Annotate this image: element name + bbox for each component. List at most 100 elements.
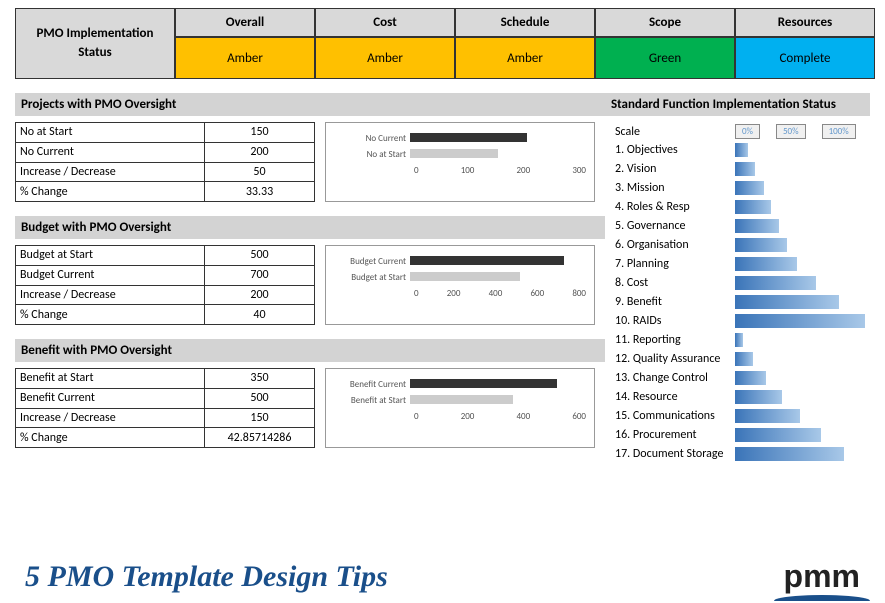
function-label: 11. Reporting	[615, 333, 735, 347]
function-bar	[735, 219, 779, 233]
table-row: Increase / Decrease50	[16, 162, 315, 182]
chart-bar	[410, 149, 498, 158]
scale-tick-100: 100%	[822, 124, 856, 139]
table-row: % Change33.33	[16, 182, 315, 202]
function-row: 3. Mission	[615, 179, 870, 197]
function-label: 7. Planning	[615, 257, 735, 271]
table-row: Benefit at Start350	[16, 369, 315, 389]
section-header-functions: Standard Function Implementation Status	[605, 93, 870, 116]
function-bar	[735, 352, 753, 366]
function-label: 1. Objectives	[615, 143, 735, 157]
status-header-resources: Resources	[735, 8, 875, 37]
section-header-projects: Projects with PMO Oversight	[15, 93, 605, 116]
table-row: No at Start150	[16, 123, 315, 143]
chart-bar-row: No Current	[334, 131, 586, 145]
chart-bar-label: No Current	[334, 133, 410, 144]
scale-tick-0: 0%	[735, 124, 760, 139]
scale-row: Scale 0% 50% 100%	[615, 122, 870, 141]
status-table: PMO Implementation Status Overall Cost S…	[15, 8, 870, 79]
status-scope: Green	[595, 37, 735, 79]
function-row: 8. Cost	[615, 274, 870, 292]
function-row: 11. Reporting	[615, 331, 870, 349]
chart-bar-row: Budget Current	[334, 254, 586, 268]
chart-bar-row: Benefit at Start	[334, 393, 586, 407]
budget-chart: Budget Current Budget at Start 02004006008…	[325, 245, 595, 325]
chart-bar	[410, 256, 564, 265]
function-bar	[735, 257, 797, 271]
status-header-schedule: Schedule	[455, 8, 595, 37]
function-row: 2. Vision	[615, 160, 870, 178]
table-row: Benefit Current500	[16, 388, 315, 408]
function-bar	[735, 181, 764, 195]
table-row: % Change40	[16, 305, 315, 325]
status-header-scope: Scope	[595, 8, 735, 37]
table-row: Increase / Decrease200	[16, 285, 315, 305]
function-row: 15. Communications	[615, 407, 870, 425]
budget-block: Budget at Start500 Budget Current700 Inc…	[15, 245, 605, 325]
status-resources: Complete	[735, 37, 875, 79]
function-row: 16. Procurement	[615, 426, 870, 444]
function-row: 4. Roles & Resp	[615, 198, 870, 216]
benefit-table: Benefit at Start350 Benefit Current500 I…	[15, 368, 315, 448]
projects-table: No at Start150 No Current200 Increase / …	[15, 122, 315, 202]
table-row: No Current200	[16, 142, 315, 162]
benefit-block: Benefit at Start350 Benefit Current500 I…	[15, 368, 605, 448]
function-row: 7. Planning	[615, 255, 870, 273]
function-label: 17. Document Storage	[615, 447, 735, 461]
footer: 5 PMO Template Design Tips pmm	[0, 558, 885, 595]
status-title: PMO Implementation Status	[15, 8, 175, 79]
function-row: 13. Change Control	[615, 369, 870, 387]
chart-bar-label: Budget Current	[334, 256, 410, 267]
scale-label: Scale	[615, 125, 735, 139]
right-column: Scale 0% 50% 100% 1. Objectives 2. Vision…	[615, 122, 870, 464]
function-bar	[735, 371, 766, 385]
chart-bar-row: No at Start	[334, 147, 586, 161]
section-header-budget: Budget with PMO Oversight	[15, 216, 605, 239]
status-cost: Amber	[315, 37, 455, 79]
scale-ticks: 0% 50% 100%	[735, 124, 870, 139]
function-label: 6. Organisation	[615, 238, 735, 252]
status-schedule: Amber	[455, 37, 595, 79]
function-row: 5. Governance	[615, 217, 870, 235]
function-label: 4. Roles & Resp	[615, 200, 735, 214]
function-label: 15. Communications	[615, 409, 735, 423]
chart-bar-row: Benefit Current	[334, 377, 586, 391]
function-row: 1. Objectives	[615, 141, 870, 159]
left-column: No at Start150 No Current200 Increase / …	[15, 122, 605, 464]
function-label: 13. Change Control	[615, 371, 735, 385]
footer-logo: pmm	[784, 558, 860, 595]
chart-bar-label: Benefit Current	[334, 379, 410, 390]
function-label: 2. Vision	[615, 162, 735, 176]
chart-axis: 0200400600800	[414, 288, 586, 299]
function-bar	[735, 428, 821, 442]
chart-axis: 0200400600	[414, 411, 586, 422]
table-row: Increase / Decrease150	[16, 408, 315, 428]
function-row: 12. Quality Assurance	[615, 350, 870, 368]
function-label: 3. Mission	[615, 181, 735, 195]
function-label: 5. Governance	[615, 219, 735, 233]
chart-bar	[410, 133, 527, 142]
function-list: 1. Objectives 2. Vision 3. Mission 4. Roles…	[615, 141, 870, 463]
status-header-overall: Overall	[175, 8, 315, 37]
footer-title: 5 PMO Template Design Tips	[25, 560, 388, 594]
status-header-cost: Cost	[315, 8, 455, 37]
function-label: 14. Resource	[615, 390, 735, 404]
benefit-chart: Benefit Current Benefit at Start 020040060…	[325, 368, 595, 448]
function-row: 17. Document Storage	[615, 445, 870, 463]
table-row: % Change42.85714286	[16, 428, 315, 448]
function-bar	[735, 143, 748, 157]
projects-block: No at Start150 No Current200 Increase / …	[15, 122, 605, 202]
function-row: 10. RAIDs	[615, 312, 870, 330]
function-bar	[735, 295, 839, 309]
function-row: 14. Resource	[615, 388, 870, 406]
scale-tick-50: 50%	[776, 124, 806, 139]
projects-chart: No CurrentNo at Start0100200300	[325, 122, 595, 202]
function-bar	[735, 200, 771, 214]
function-bar	[735, 390, 782, 404]
function-bar	[735, 162, 755, 176]
function-row: 6. Organisation	[615, 236, 870, 254]
function-label: 16. Procurement	[615, 428, 735, 442]
table-row: Budget at Start500	[16, 246, 315, 266]
section-header-row: Projects with PMO Oversight Standard Fun…	[15, 93, 870, 116]
chart-bar-row: Budget at Start	[334, 270, 586, 284]
